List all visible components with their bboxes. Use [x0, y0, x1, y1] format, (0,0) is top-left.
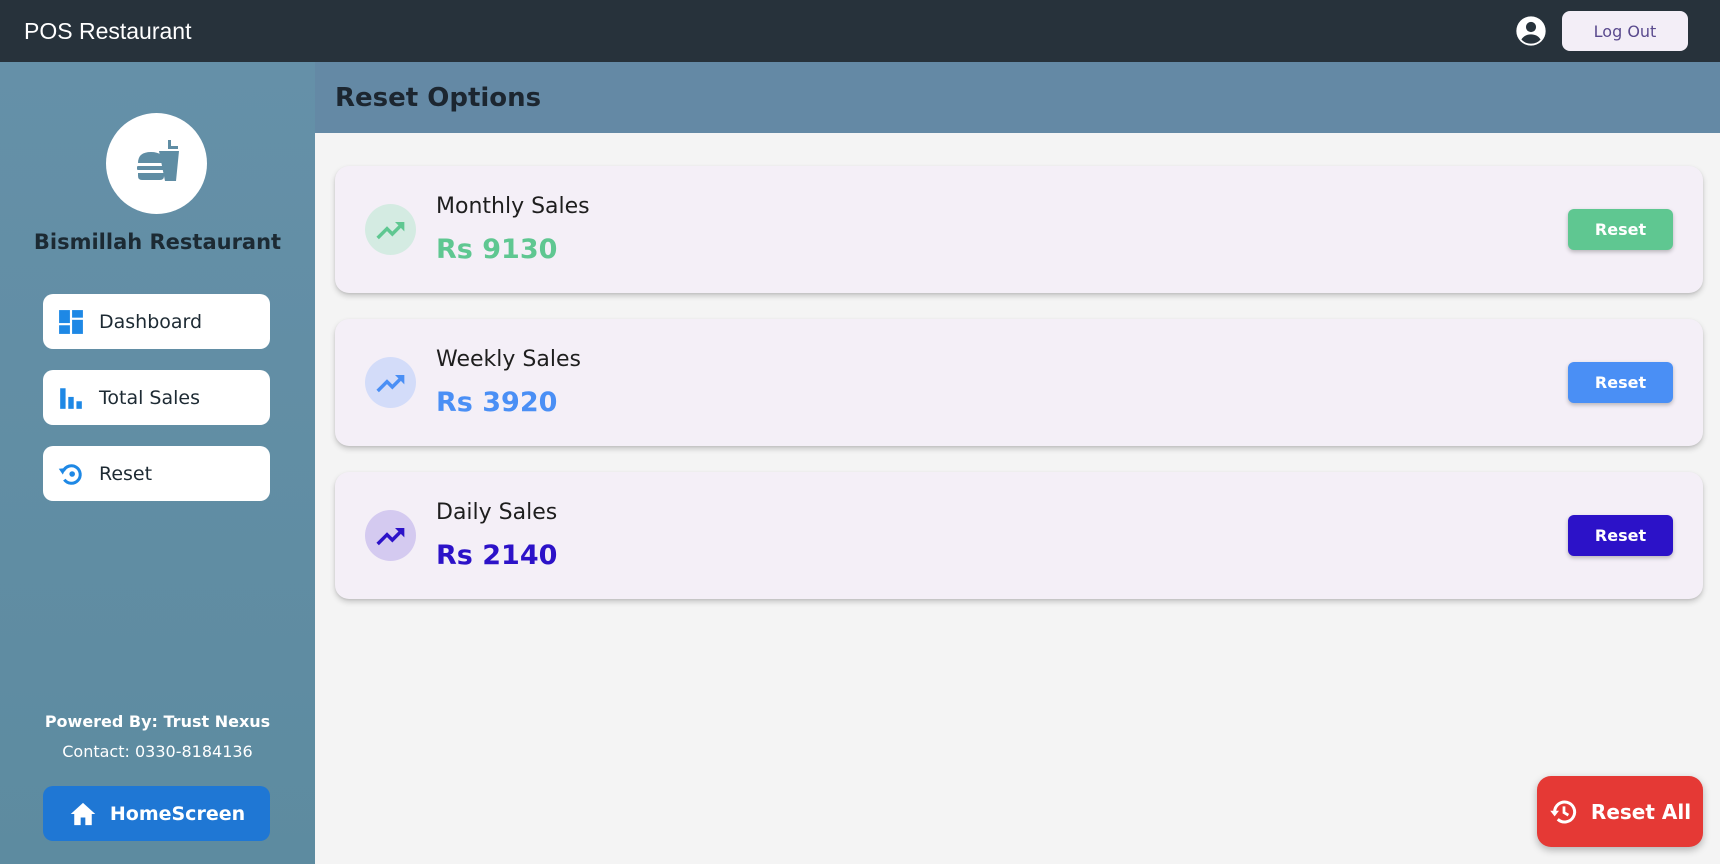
homescreen-button[interactable]: HomeScreen: [43, 786, 270, 841]
sidebar: Bismillah Restaurant Dashboard Total Sal…: [0, 62, 315, 864]
bar-chart-icon: [57, 384, 85, 412]
trending-up-icon: [365, 510, 416, 561]
sidebar-item-total-sales[interactable]: Total Sales: [43, 370, 270, 425]
reset-daily-button[interactable]: Reset: [1568, 515, 1673, 556]
card-value: Rs 3920: [436, 387, 558, 418]
sidebar-item-label: Dashboard: [99, 310, 203, 333]
account-circle-icon[interactable]: [1515, 15, 1547, 47]
reset-monthly-button[interactable]: Reset: [1568, 209, 1673, 250]
sidebar-item-label: Reset: [99, 462, 153, 485]
restaurant-logo: [106, 113, 207, 214]
card-label: Monthly Sales: [436, 194, 590, 219]
page-header: Reset Options: [315, 62, 1720, 133]
fastfood-icon: [132, 137, 182, 191]
dashboard-icon: [57, 308, 85, 336]
sidebar-item-reset[interactable]: Reset: [43, 446, 270, 501]
reset-icon: [57, 460, 85, 488]
trending-up-icon: [365, 357, 416, 408]
app-title: POS Restaurant: [24, 17, 192, 44]
card-label: Weekly Sales: [436, 347, 581, 372]
homescreen-button-label: HomeScreen: [109, 802, 246, 825]
card-value: Rs 9130: [436, 234, 558, 265]
sidebar-item-dashboard[interactable]: Dashboard: [43, 294, 270, 349]
history-icon: [1549, 797, 1579, 827]
reset-all-label: Reset All: [1590, 799, 1692, 824]
daily-sales-card: Daily Sales Rs 2140 Reset: [335, 472, 1703, 599]
monthly-sales-card: Monthly Sales Rs 9130 Reset: [335, 166, 1703, 293]
page-title: Reset Options: [335, 82, 542, 113]
card-label: Daily Sales: [436, 500, 558, 525]
trending-up-icon: [365, 204, 416, 255]
restaurant-name: Bismillah Restaurant: [33, 230, 282, 254]
logout-button[interactable]: Log Out: [1562, 11, 1688, 51]
card-value: Rs 2140: [436, 540, 558, 571]
app-bar: POS Restaurant Log Out: [0, 0, 1720, 62]
powered-by-text: Powered By: Trust Nexus: [44, 712, 271, 731]
reset-weekly-button[interactable]: Reset: [1568, 362, 1673, 403]
reset-all-button[interactable]: Reset All: [1537, 776, 1703, 847]
home-icon: [68, 799, 98, 829]
sidebar-item-label: Total Sales: [99, 386, 200, 409]
weekly-sales-card: Weekly Sales Rs 3920 Reset: [335, 319, 1703, 446]
contact-text: Contact: 0330-8184136: [62, 742, 253, 761]
